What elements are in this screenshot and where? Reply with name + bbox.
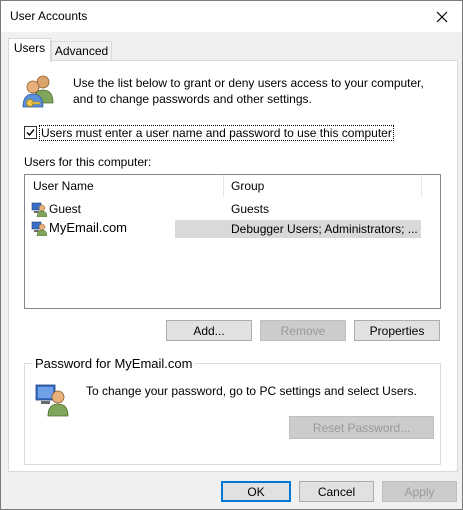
- tab-advanced[interactable]: Advanced: [51, 41, 112, 62]
- intro-text-line1: Use the list below to grant or deny user…: [73, 76, 424, 90]
- require-password-label-text: Users must enter a user name and passwor…: [41, 126, 392, 140]
- ok-button-label: OK: [247, 485, 265, 499]
- ok-button[interactable]: OK: [221, 481, 291, 502]
- require-password-label[interactable]: Users must enter a user name and passwor…: [39, 125, 394, 141]
- reset-password-button[interactable]: Reset Password...: [289, 416, 434, 439]
- users-list[interactable]: User Name Group Guest Guests MyEmail.com…: [24, 174, 441, 309]
- user-accounts-dialog: User Accounts Users Advanced Use the lis…: [0, 0, 463, 510]
- password-group: Password for MyEmail.com To change your …: [24, 356, 441, 465]
- add-user-button[interactable]: Add...: [166, 320, 252, 341]
- properties-button[interactable]: Properties: [354, 320, 440, 341]
- tab-advanced-label: Advanced: [54, 44, 109, 58]
- column-header-user-name[interactable]: User Name: [33, 175, 94, 197]
- cancel-button[interactable]: Cancel: [299, 481, 374, 502]
- reset-password-button-label: Reset Password...: [312, 421, 411, 435]
- tab-users[interactable]: Users: [8, 38, 51, 62]
- user-icon: [31, 221, 47, 236]
- remove-user-button[interactable]: Remove: [260, 320, 346, 341]
- tab-users-label: Users: [13, 41, 46, 55]
- cancel-button-label: Cancel: [317, 485, 356, 499]
- group-cell: Debugger Users; Administrators; ...: [231, 222, 418, 236]
- column-header-group[interactable]: Group: [231, 175, 264, 197]
- group-cell: Guests: [231, 202, 270, 216]
- user-icon: [31, 202, 47, 217]
- title-bar: User Accounts: [1, 1, 462, 32]
- users-list-label: Users for this computer:: [24, 155, 152, 169]
- close-button[interactable]: [422, 1, 462, 32]
- column-separator[interactable]: [223, 175, 224, 197]
- close-icon: [436, 11, 448, 22]
- table-row[interactable]: Guest Guests: [25, 200, 438, 218]
- password-instruction-text: To change your password, go to PC settin…: [86, 384, 417, 398]
- password-group-title: Password for MyEmail.com: [33, 356, 195, 371]
- require-password-checkbox[interactable]: [24, 126, 37, 139]
- users-icon: [22, 75, 54, 108]
- table-row[interactable]: MyEmail.com Debugger Users; Administrato…: [25, 219, 438, 239]
- window-title: User Accounts: [10, 9, 88, 23]
- apply-button-label: Apply: [404, 485, 435, 499]
- users-tab-panel: Use the list below to grant or deny user…: [8, 60, 458, 472]
- column-header-group-label: Group: [231, 179, 265, 193]
- add-user-button-label: Add...: [193, 324, 225, 338]
- column-separator[interactable]: [421, 175, 422, 197]
- user-name-cell: MyEmail.com: [49, 220, 128, 235]
- user-icon: [35, 384, 69, 417]
- intro-text-line2: and to change passwords and other settin…: [73, 92, 312, 106]
- remove-user-button-label: Remove: [280, 324, 326, 338]
- properties-button-label: Properties: [369, 324, 425, 338]
- checkbox-checked-icon: [26, 129, 35, 137]
- column-header-user-name-label: User Name: [33, 179, 94, 193]
- apply-button[interactable]: Apply: [382, 481, 457, 502]
- user-name-cell: Guest: [49, 202, 82, 216]
